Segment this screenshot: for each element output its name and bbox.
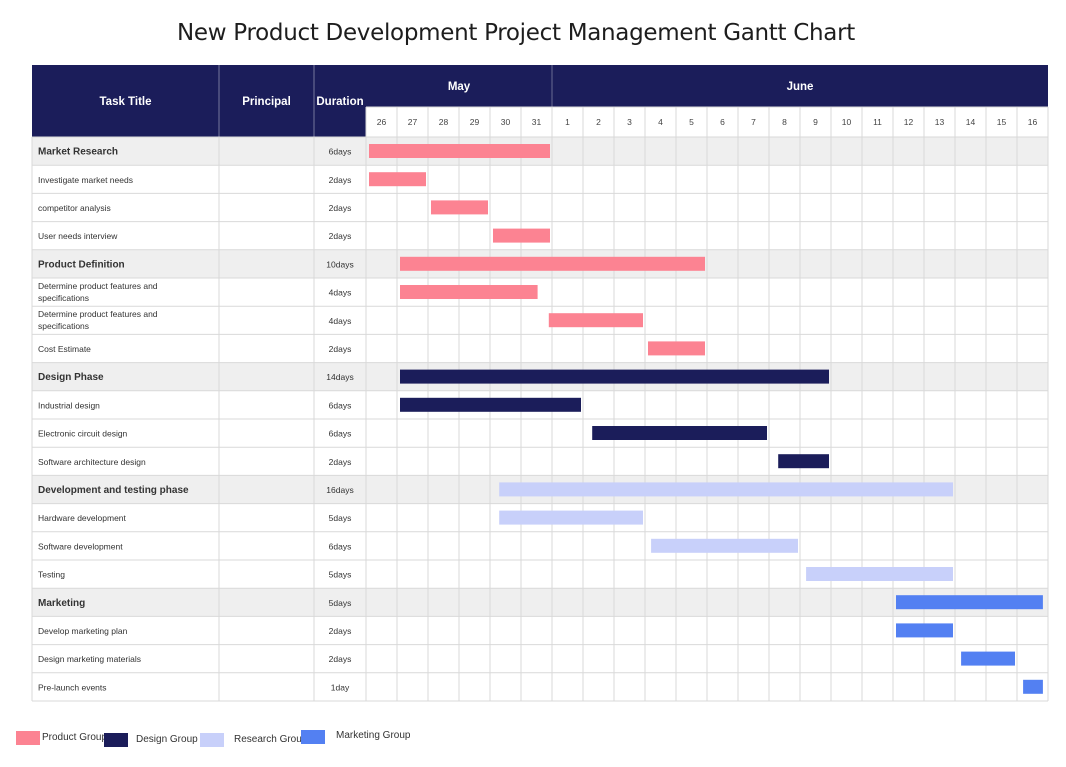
task-duration: 5days <box>329 570 352 580</box>
task-name: Design Phase <box>38 372 104 383</box>
task-name: Product Definition <box>38 259 125 270</box>
day-tick-label: 27 <box>408 117 418 127</box>
day-tick-label: 6 <box>720 117 725 127</box>
legend-swatch-product <box>16 731 40 745</box>
task-name: Develop marketing plan <box>38 626 128 636</box>
gantt-bar <box>400 256 705 271</box>
gantt-bar <box>648 341 705 356</box>
task-duration: 6days <box>329 147 352 157</box>
day-tick-label: 12 <box>904 117 914 127</box>
header-task-title: Task Title <box>100 96 152 108</box>
task-duration: 1day <box>331 682 350 692</box>
legend-label-research: Research Group <box>234 734 308 745</box>
task-duration: 10days <box>326 259 353 269</box>
day-tick-label: 2 <box>596 117 601 127</box>
legend-swatch-research <box>200 733 224 747</box>
header-principal: Principal <box>242 96 291 108</box>
task-name-line: Determine product features and <box>38 281 158 291</box>
task-name-line: Determine product features and <box>38 309 158 319</box>
day-tick-label: 3 <box>627 117 632 127</box>
day-tick-label: 14 <box>966 117 976 127</box>
day-tick-label: 29 <box>470 117 480 127</box>
gantt-chart: Task Title Principal DurationMay June26 27 28… <box>31 65 1049 702</box>
task-name: Pre-launch events <box>38 682 107 692</box>
gantt-bar <box>548 313 643 328</box>
task-duration: 6days <box>329 429 352 439</box>
day-tick-label: 30 <box>501 117 511 127</box>
day-tick-label: 15 <box>997 117 1007 127</box>
gantt-bar <box>499 482 953 497</box>
task-duration: 4days <box>329 316 352 326</box>
gantt-bar <box>499 510 643 525</box>
day-tick-label: 31 <box>532 117 542 127</box>
day-tick-label: 9 <box>813 117 818 127</box>
day-tick-label: 5 <box>689 117 694 127</box>
task-name: Development and testing phase <box>38 485 189 496</box>
task-name: Design marketing materials <box>38 654 141 664</box>
day-tick-label: 10 <box>842 117 852 127</box>
header-duration: Duration <box>316 96 363 108</box>
day-tick-label: 7 <box>751 117 756 127</box>
task-name: competitor analysis <box>38 203 111 213</box>
task-name: Hardware development <box>38 513 127 523</box>
task-duration: 6days <box>329 400 352 410</box>
legend-label-marketing: Marketing Group <box>336 730 411 741</box>
task-duration: 5days <box>329 598 352 608</box>
day-tick-label: 26 <box>377 117 387 127</box>
task-name: Software development <box>38 541 123 551</box>
task-name: Testing <box>38 570 65 580</box>
day-tick-label: 1 <box>565 117 570 127</box>
legend-swatch-design <box>104 733 128 747</box>
gantt-bar <box>400 397 581 412</box>
group-row-bg <box>32 588 1048 617</box>
task-name: Marketing <box>38 598 85 609</box>
task-duration: 2days <box>329 654 352 664</box>
gantt-bar <box>896 595 1043 610</box>
task-duration: 2days <box>329 203 352 213</box>
task-duration: 5days <box>329 513 352 523</box>
task-name: Software architecture design <box>38 457 146 467</box>
task-duration: 16days <box>326 485 353 495</box>
task-duration: 2days <box>329 344 352 354</box>
gantt-bar <box>400 369 829 384</box>
legend-swatch-marketing <box>301 730 325 744</box>
task-duration: 2days <box>329 231 352 241</box>
gantt-bar <box>369 172 426 187</box>
legend-label-product: Product Group <box>42 732 108 743</box>
task-duration: 6days <box>329 541 352 551</box>
task-duration: 2days <box>329 175 352 185</box>
gantt-bar <box>651 538 798 553</box>
task-name: Investigate market needs <box>38 175 133 185</box>
gantt-bar <box>896 623 953 638</box>
gantt-bar <box>493 228 550 243</box>
day-tick-label: 11 <box>873 117 882 127</box>
gantt-bar <box>1023 679 1043 694</box>
task-name: Market Research <box>38 147 118 158</box>
task-name: Cost Estimate <box>38 344 91 354</box>
day-tick-label: 13 <box>935 117 945 127</box>
gantt-bar <box>961 651 1015 666</box>
month-label: June <box>787 81 814 93</box>
task-duration: 2days <box>329 457 352 467</box>
legend-label-design: Design Group <box>136 734 198 745</box>
gantt-bar <box>778 454 829 469</box>
gantt-bar <box>431 200 488 215</box>
day-tick-label: 8 <box>782 117 787 127</box>
gantt-bar <box>369 144 550 158</box>
month-label: May <box>448 81 471 93</box>
task-name: User needs interview <box>38 231 118 241</box>
task-duration: 4days <box>329 288 352 298</box>
day-tick-label: 28 <box>439 117 449 127</box>
task-name: Industrial design <box>38 400 100 410</box>
task-name: Electronic circuit design <box>38 429 128 439</box>
day-tick-label: 16 <box>1028 117 1038 127</box>
task-duration: 14days <box>326 372 353 382</box>
task-name-line: specifications <box>38 321 89 331</box>
day-tick-label: 4 <box>658 117 663 127</box>
task-duration: 2days <box>329 626 352 636</box>
gantt-bar <box>592 426 767 440</box>
gantt-bar <box>400 285 538 299</box>
task-name-line: specifications <box>38 293 89 303</box>
gantt-bar <box>806 567 953 581</box>
